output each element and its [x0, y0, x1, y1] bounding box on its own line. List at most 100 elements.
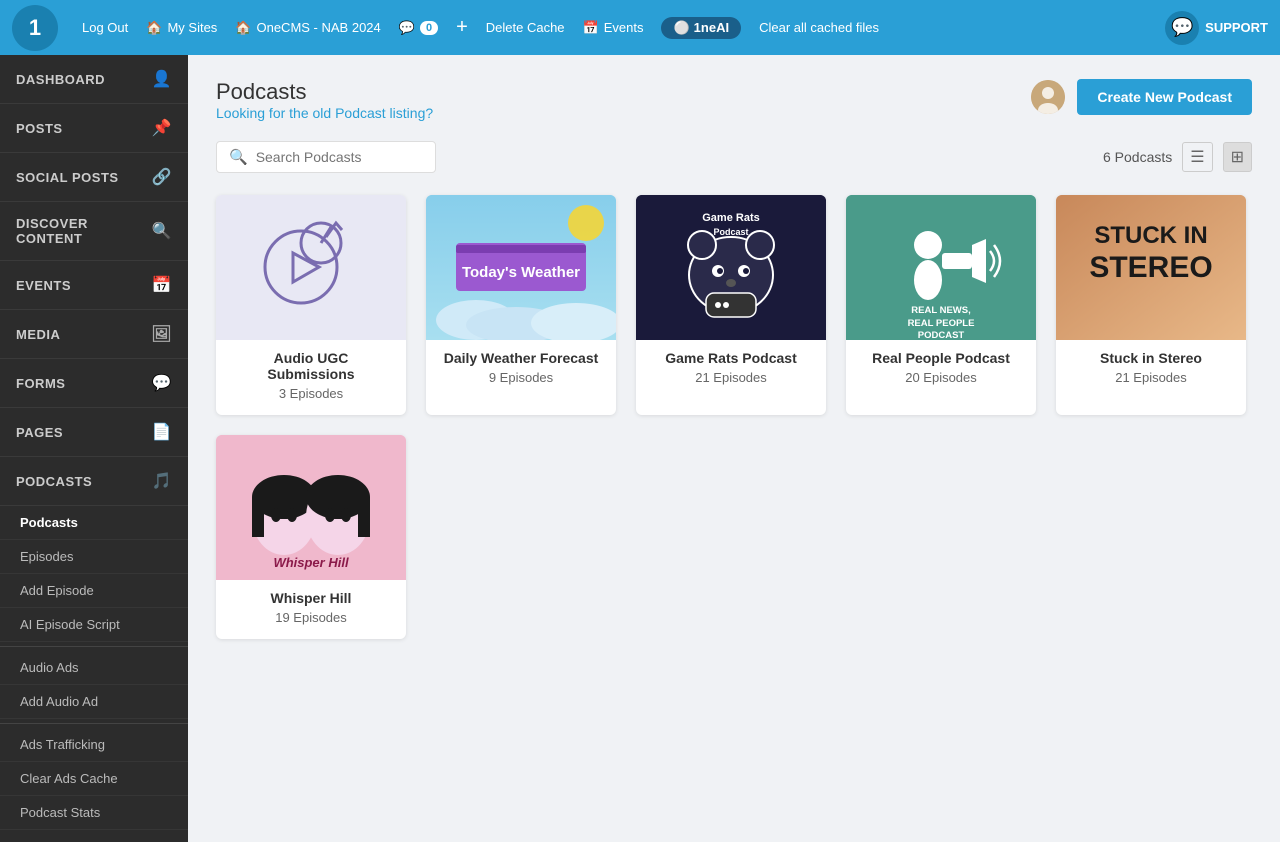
comments-link[interactable]: 💬 0	[399, 20, 438, 36]
logout-link[interactable]: Log Out	[82, 20, 128, 35]
support-label: SUPPORT	[1205, 20, 1268, 35]
delete-cache-link[interactable]: Delete Cache	[486, 20, 565, 35]
podcast-info-realnews: Real People Podcast 20 Episodes	[846, 340, 1036, 399]
list-view-button[interactable]: ☰	[1182, 142, 1212, 172]
podcast-count: 6 Podcasts	[1103, 149, 1172, 165]
create-podcast-button[interactable]: Create New Podcast	[1077, 79, 1252, 115]
podcast-card-weather[interactable]: Today's Weather Daily Weather Forecast 9…	[426, 195, 616, 415]
search-wrap: 🔍	[216, 141, 436, 173]
podcast-thumb-gamerats: Game Rats Podcast	[636, 195, 826, 340]
podcast-episodes-stereo: 21 Episodes	[1070, 370, 1232, 385]
podcasts-icon: 🎵	[152, 471, 172, 491]
sidebar-sub-ai-script[interactable]: AI Episode Script	[0, 608, 188, 642]
logo[interactable]: 1	[12, 5, 58, 51]
svg-text:REAL NEWS,: REAL NEWS,	[911, 305, 970, 316]
mysites-link[interactable]: 🏠 My Sites	[146, 20, 217, 36]
header-right: Create New Podcast	[1031, 79, 1252, 115]
podcast-info-whisper: Whisper Hill 19 Episodes	[216, 580, 406, 639]
page-header: Podcasts Looking for the old Podcast lis…	[216, 79, 1252, 123]
podcast-card-gamerats[interactable]: Game Rats Podcast Game Rats Podcast 21 E…	[636, 195, 826, 415]
discover-icon: 🔍	[152, 221, 172, 241]
support-icon[interactable]: 💬	[1165, 11, 1199, 45]
pages-icon: 📄	[152, 422, 172, 442]
podcast-episodes-gamerats: 21 Episodes	[650, 370, 812, 385]
podcast-card-ugc[interactable]: Audio UGC Submissions 3 Episodes	[216, 195, 406, 415]
clear-cached-link[interactable]: Clear all cached files	[759, 20, 879, 35]
sidebar-item-dashboard[interactable]: DASHBOARD 👤	[0, 55, 188, 104]
svg-text:Today's Weather: Today's Weather	[462, 264, 580, 281]
svg-text:REAL PEOPLE: REAL PEOPLE	[908, 318, 975, 329]
svg-text:STEREO: STEREO	[1089, 251, 1212, 284]
onecms-link[interactable]: 🏠 OneCMS - NAB 2024	[235, 20, 380, 36]
podcast-name-whisper: Whisper Hill	[230, 590, 392, 606]
podcast-episodes-ugc: 3 Episodes	[230, 386, 392, 401]
events-icon: 📅	[152, 275, 172, 295]
sidebar-sub-ads-trafficking[interactable]: Ads Trafficking	[0, 728, 188, 762]
sidebar-label-events: EVENTS	[16, 278, 71, 293]
grid-view-button[interactable]: ⊞	[1223, 142, 1252, 172]
sidebar-item-media[interactable]: MEDIA 🖼	[0, 310, 188, 359]
count-view-wrap: 6 Podcasts ☰ ⊞	[1103, 142, 1252, 172]
sidebar-label-discover: DISCOVER CONTENT	[16, 216, 152, 246]
podcast-card-whisper[interactable]: Whisper Hill Whisper Hill 19 Episodes	[216, 435, 406, 639]
dashboard-icon: 👤	[152, 69, 172, 89]
sidebar-item-forms[interactable]: FORMS 💬	[0, 359, 188, 408]
podcast-thumb-weather: Today's Weather	[426, 195, 616, 340]
top-navigation: 1 Log Out 🏠 My Sites 🏠 OneCMS - NAB 2024…	[0, 0, 1280, 55]
posts-icon: 📌	[152, 118, 172, 138]
podcast-card-realnews[interactable]: REAL NEWS, REAL PEOPLE PODCAST Real Peop…	[846, 195, 1036, 415]
page-subtitle: Looking for the old Podcast listing?	[216, 105, 433, 123]
sidebar-sub-add-episode[interactable]: Add Episode	[0, 574, 188, 608]
podcast-episodes-whisper: 19 Episodes	[230, 610, 392, 625]
podcast-info-ugc: Audio UGC Submissions 3 Episodes	[216, 340, 406, 415]
podcast-name-stereo: Stuck in Stereo	[1070, 350, 1232, 366]
svg-text:PODCAST: PODCAST	[918, 330, 965, 340]
sidebar-sub-podcast-stats[interactable]: Podcast Stats	[0, 796, 188, 830]
support-section: 💬 SUPPORT	[1165, 11, 1268, 45]
sidebar-item-podcasts[interactable]: PODCASTS 🎵	[0, 457, 188, 506]
sidebar-label-media: MEDIA	[16, 327, 60, 342]
old-listing-link[interactable]: Looking for the old Podcast listing?	[216, 105, 433, 121]
sidebar-item-posts[interactable]: POSTS 📌	[0, 104, 188, 153]
header-left: Podcasts Looking for the old Podcast lis…	[216, 79, 433, 123]
sidebar-sub-episodes[interactable]: Episodes	[0, 540, 188, 574]
sidebar-label-pages: PAGES	[16, 425, 63, 440]
social-icon: 🔗	[152, 167, 172, 187]
podcast-thumb-stereo: STUCK IN STEREO	[1056, 195, 1246, 340]
podcast-episodes-weather: 9 Episodes	[440, 370, 602, 385]
page-title: Podcasts	[216, 79, 433, 105]
sidebar-item-discover[interactable]: DISCOVER CONTENT 🔍	[0, 202, 188, 261]
sidebar-item-pages[interactable]: PAGES 📄	[0, 408, 188, 457]
add-button[interactable]: +	[456, 16, 468, 39]
sidebar-sub-audio-ads[interactable]: Audio Ads	[0, 651, 188, 685]
events-link[interactable]: 📅 Events	[583, 20, 644, 36]
forms-icon: 💬	[152, 373, 172, 393]
sidebar-label-dashboard: DASHBOARD	[16, 72, 105, 87]
home-icon: 🏠	[146, 20, 162, 36]
calendar-icon: 📅	[583, 20, 599, 36]
sidebar-item-events[interactable]: EVENTS 📅	[0, 261, 188, 310]
media-icon: 🖼	[151, 324, 172, 344]
podcast-thumb-ugc	[216, 195, 406, 340]
sidebar-label-social: SOCIAL POSTS	[16, 170, 119, 185]
sidebar-sub-clear-cache[interactable]: Clear Ads Cache	[0, 762, 188, 796]
sidebar-sub-podcasts[interactable]: Podcasts	[0, 506, 188, 540]
ai-logo[interactable]: ⚪ 1neAI	[661, 17, 741, 39]
sidebar: DASHBOARD 👤 POSTS 📌 SOCIAL POSTS 🔗 DISCO…	[0, 55, 188, 842]
search-input[interactable]	[256, 149, 423, 165]
svg-text:Whisper Hill: Whisper Hill	[273, 555, 349, 570]
sidebar-sub-add-audio[interactable]: Add Audio Ad	[0, 685, 188, 719]
svg-text:STUCK IN: STUCK IN	[1094, 222, 1207, 249]
podcast-thumb-realnews: REAL NEWS, REAL PEOPLE PODCAST	[846, 195, 1036, 340]
sidebar-label-forms: FORMS	[16, 376, 65, 391]
onecms-icon: 🏠	[235, 20, 251, 36]
podcast-card-stereo[interactable]: STUCK IN STEREO Stuck in Stereo 21 Episo…	[1056, 195, 1246, 415]
svg-text:Game Rats: Game Rats	[702, 212, 759, 224]
sidebar-label-podcasts: PODCASTS	[16, 474, 92, 489]
podcast-info-stereo: Stuck in Stereo 21 Episodes	[1056, 340, 1246, 399]
podcast-episodes-realnews: 20 Episodes	[860, 370, 1022, 385]
sidebar-item-social-posts[interactable]: SOCIAL POSTS 🔗	[0, 153, 188, 202]
podcast-info-weather: Daily Weather Forecast 9 Episodes	[426, 340, 616, 399]
svg-text:Podcast: Podcast	[713, 227, 748, 237]
user-avatar	[1031, 80, 1065, 114]
